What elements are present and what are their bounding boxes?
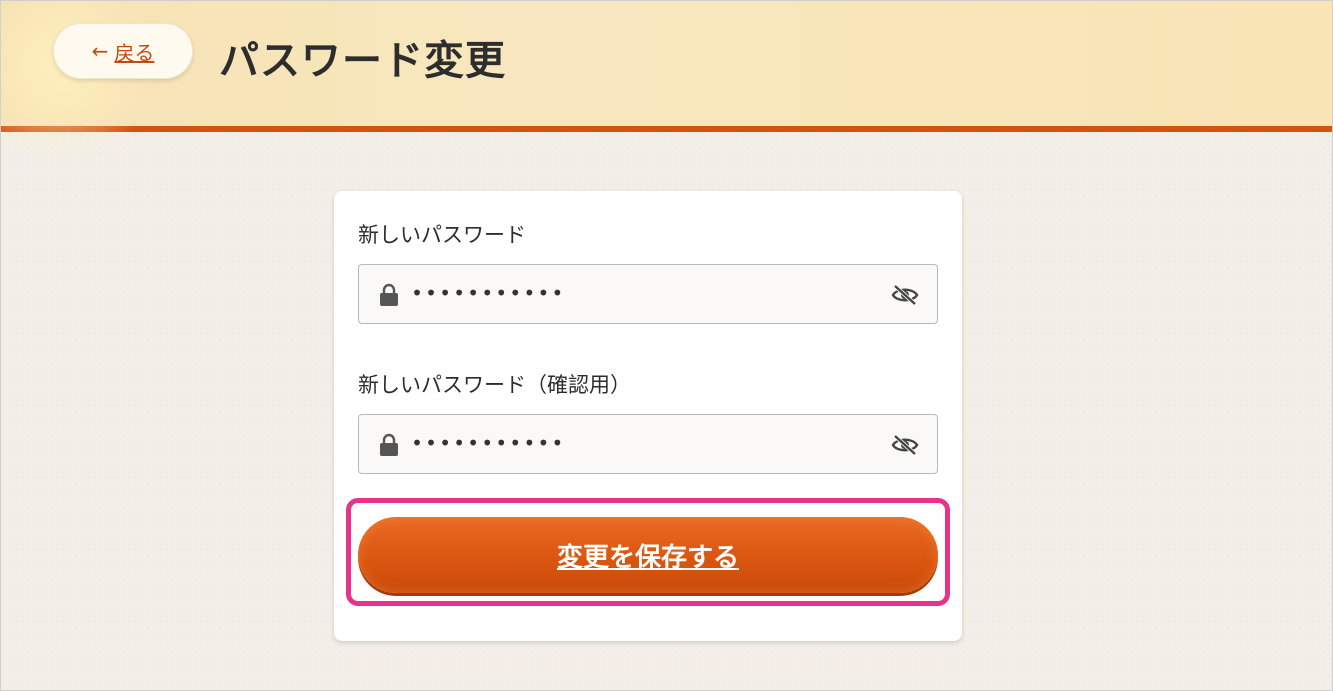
new-password-field[interactable]: ••••••••••• [358,264,938,324]
arrow-left-icon: ← [91,39,109,63]
lock-icon [380,433,398,456]
confirm-password-value: ••••••••••• [411,431,566,455]
confirm-password-field[interactable]: ••••••••••• [358,414,938,474]
back-button[interactable]: ← 戻る [53,23,193,79]
app-window: ← 戻る パスワード変更 新しいパスワード ••••••••••• 新しいパスワ… [0,0,1333,691]
new-password-value: ••••••••••• [411,281,566,305]
page-header: ← 戻る パスワード変更 [1,1,1332,161]
eye-off-icon[interactable] [891,434,919,456]
confirm-password-label: 新しいパスワード（確認用） [358,373,631,397]
eye-off-icon[interactable] [891,284,919,306]
new-password-label: 新しいパスワード [358,223,526,247]
save-button-highlight [346,498,950,606]
page-title: パスワード変更 [219,38,506,84]
lock-icon [380,283,398,306]
back-button-label: 戻る [114,40,155,65]
